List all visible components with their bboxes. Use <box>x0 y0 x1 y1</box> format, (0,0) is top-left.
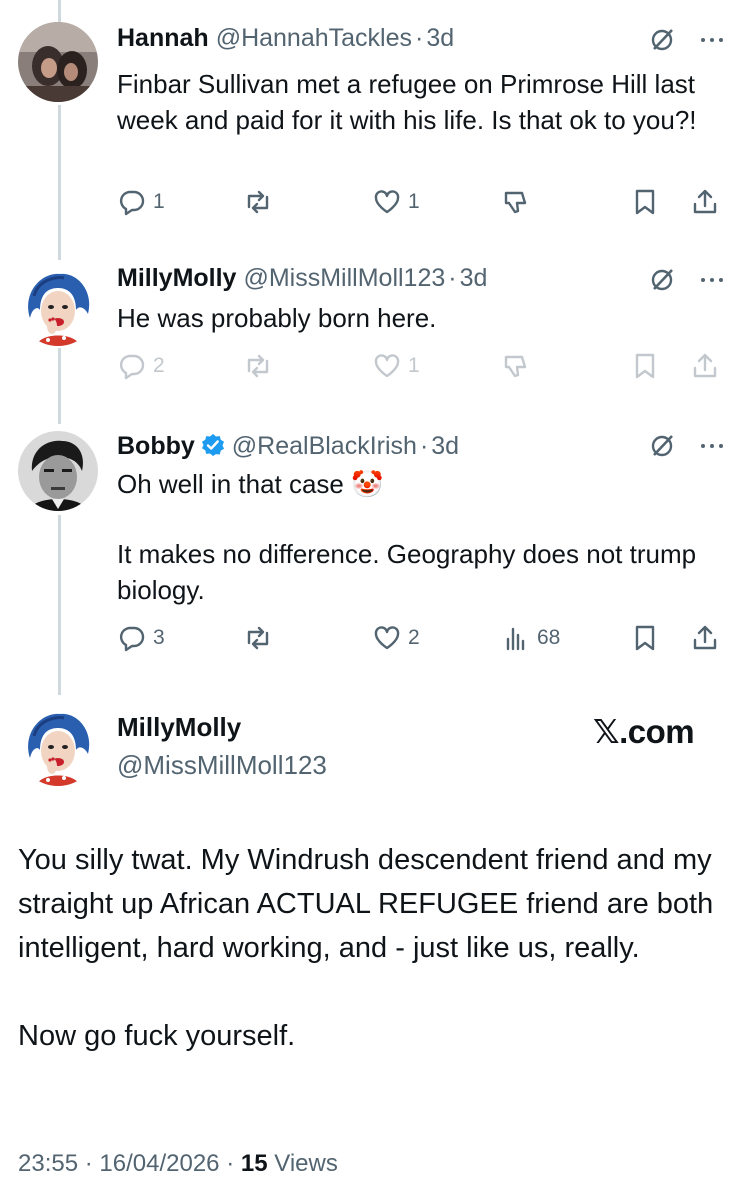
like-icon <box>374 626 400 650</box>
bookmark-icon <box>635 189 655 215</box>
reply-count: 3 <box>153 626 165 649</box>
share-icon <box>693 189 717 214</box>
repost-icon <box>247 626 269 650</box>
reply-button[interactable]: 2 <box>117 351 165 381</box>
like-count: 1 <box>408 190 420 213</box>
bookmark-button[interactable] <box>630 351 660 381</box>
like-button[interactable]: 2 <box>372 623 420 653</box>
dislike-button[interactable] <box>501 351 531 381</box>
bookmark-button[interactable] <box>630 623 660 653</box>
share-button[interactable] <box>690 187 720 217</box>
views-label: Views <box>274 1150 338 1177</box>
reply-count: 2 <box>153 354 165 377</box>
tweet-time[interactable]: 3d <box>431 432 459 461</box>
bookmark-icon <box>635 625 655 651</box>
like-count: 2 <box>408 626 420 649</box>
reply-count: 1 <box>153 190 165 213</box>
grok-icon[interactable] <box>648 266 676 301</box>
separator-dot: · <box>448 264 457 292</box>
tweet[interactable]: Hannah @HannahTackles · 3d Finbar Sulliv… <box>0 0 744 250</box>
verified-badge-icon[interactable] <box>201 433 225 457</box>
views-icon <box>506 627 525 651</box>
dislike-icon <box>504 191 527 214</box>
tweet-text: He was probably born here. <box>117 303 437 333</box>
views-button[interactable]: 68 <box>501 623 560 653</box>
action-bar: 2 1 <box>117 348 726 384</box>
tweet-text: Finbar Sullivan met a refugee on Primros… <box>117 69 697 135</box>
bookmark-button[interactable] <box>630 187 660 217</box>
bookmark-icon <box>635 353 655 379</box>
tweet[interactable]: MillyMolly @MissMillMoll123 · 3d He was … <box>0 256 744 396</box>
tweet-text: Oh well in that case 🤡 It makes no diffe… <box>117 469 697 605</box>
grok-icon[interactable] <box>648 432 676 467</box>
separator-dot: · <box>419 432 429 460</box>
reply-icon <box>119 626 145 652</box>
repost-button[interactable] <box>243 351 273 381</box>
author-handle[interactable]: @MissMillMoll123 <box>117 750 327 781</box>
share-icon <box>693 625 717 650</box>
tweet-meta: 23:55 · 16/04/2026 · 15 Views <box>18 1150 338 1178</box>
more-icon[interactable] <box>698 26 726 61</box>
avatar[interactable] <box>18 266 98 346</box>
more-icon[interactable] <box>698 266 726 301</box>
share-icon <box>693 353 717 378</box>
tweet-time[interactable]: 3d <box>426 24 454 53</box>
repost-icon <box>247 354 269 378</box>
separator-dot: · <box>226 1150 235 1177</box>
tweet-date[interactable]: 16/04/2026 <box>99 1150 219 1177</box>
grok-icon[interactable] <box>648 26 676 61</box>
tweet[interactable]: Bobby @RealBlackIrish · 3d Oh well in th… <box>0 422 744 682</box>
separator-dot: · <box>84 1150 93 1177</box>
avatar[interactable] <box>18 22 98 102</box>
reply-button[interactable]: 3 <box>117 623 165 653</box>
reply-icon <box>119 354 145 380</box>
author-name[interactable]: Bobby <box>117 432 195 461</box>
author-name[interactable]: Hannah <box>117 24 209 53</box>
repost-button[interactable] <box>243 187 273 217</box>
views-count: 68 <box>537 626 561 649</box>
author-handle[interactable]: @MissMillMoll123 <box>243 264 445 293</box>
like-icon <box>374 354 400 378</box>
dislike-icon <box>504 355 527 378</box>
like-icon <box>374 190 400 214</box>
reply-button[interactable]: 1 <box>117 187 165 217</box>
author-name[interactable]: MillyMolly <box>117 712 241 743</box>
like-button[interactable]: 1 <box>372 187 420 217</box>
repost-button[interactable] <box>243 623 273 653</box>
tweet-time[interactable]: 3d <box>460 264 488 293</box>
action-bar: 3 2 68 <box>117 620 726 656</box>
like-button[interactable]: 1 <box>372 351 420 381</box>
author-handle[interactable]: @RealBlackIrish <box>232 432 417 461</box>
avatar[interactable] <box>18 706 98 786</box>
avatar[interactable] <box>18 431 98 511</box>
x-logo: 𝕏.com <box>593 713 695 750</box>
author-name[interactable]: MillyMolly <box>117 264 236 293</box>
repost-icon <box>247 190 269 214</box>
share-button[interactable] <box>690 623 720 653</box>
share-button[interactable] <box>690 351 720 381</box>
separator-dot: · <box>415 24 424 52</box>
author-handle[interactable]: @HannahTackles <box>216 24 412 53</box>
tweet-text: You silly twat. My Windrush descendent f… <box>18 844 714 1052</box>
action-bar: 1 1 <box>117 184 726 220</box>
like-count: 1 <box>408 354 420 377</box>
more-icon[interactable] <box>698 432 726 467</box>
views-count: 15 <box>240 1150 268 1177</box>
reply-icon <box>119 190 145 216</box>
tweet-time[interactable]: 23:55 <box>18 1150 78 1177</box>
dislike-button[interactable] <box>501 187 531 217</box>
